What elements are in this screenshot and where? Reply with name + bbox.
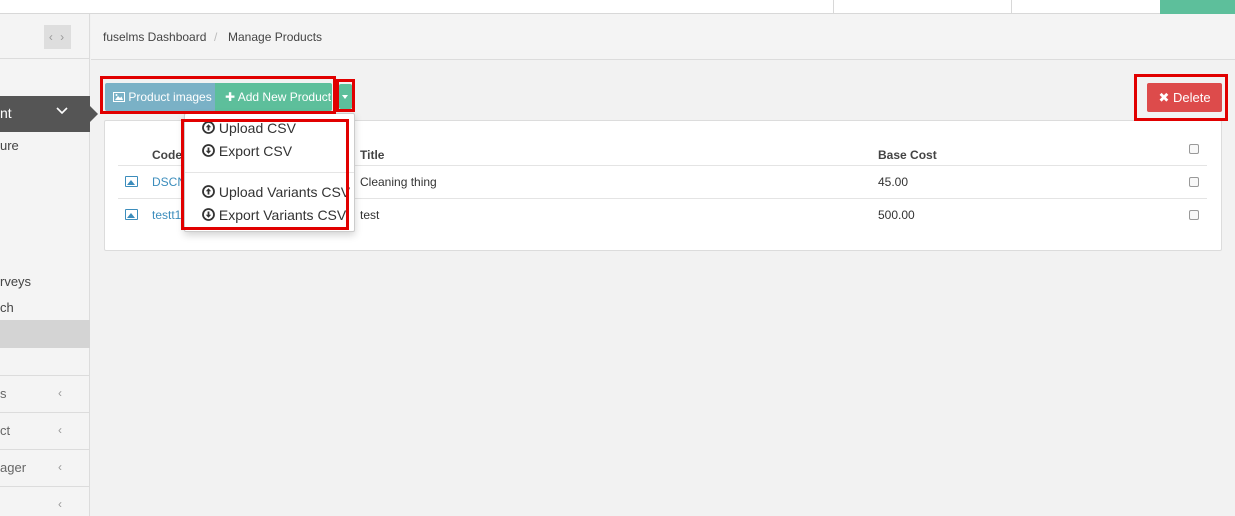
column-header-code[interactable]: Code xyxy=(152,148,182,162)
product-title: test xyxy=(360,208,380,222)
image-icon xyxy=(113,84,125,112)
chevron-left-icon: ‹ xyxy=(58,386,62,400)
navbar-accent-item[interactable] xyxy=(1160,0,1235,14)
breadcrumb-separator: / xyxy=(214,30,218,44)
top-navbar xyxy=(0,0,1235,14)
delete-button[interactable]: ✖ Delete xyxy=(1147,83,1222,112)
sidebar: ‹ › nt ure rveys ch s ‹ ct ‹ ager ‹ ‹ xyxy=(0,14,98,516)
sidebar-subitem[interactable]: ch xyxy=(0,300,14,315)
product-base-cost: 500.00 xyxy=(878,208,915,222)
sidebar-menu-row[interactable]: ct ‹ xyxy=(0,412,90,449)
product-base-cost: 45.00 xyxy=(878,175,909,189)
chevron-left-icon: ‹ xyxy=(58,460,62,474)
sidebar-subitem-selected[interactable] xyxy=(0,320,90,348)
close-icon: ✖ xyxy=(1158,90,1170,105)
menu-item-export-csv[interactable]: Export CSV xyxy=(202,143,292,159)
column-header-title[interactable]: Title xyxy=(360,148,384,162)
upload-circle-icon xyxy=(202,184,219,200)
chevron-down-icon xyxy=(56,105,68,118)
row-checkbox[interactable] xyxy=(1189,210,1199,220)
breadcrumb-home-link[interactable]: fuselms Dashboard xyxy=(103,30,206,44)
image-icon[interactable] xyxy=(125,176,138,187)
navbar-item[interactable] xyxy=(1011,0,1160,14)
chevrons-icon: ‹ › xyxy=(48,30,67,44)
sidebar-menu-label: ct xyxy=(0,423,11,438)
add-new-product-label: Add New Product xyxy=(237,90,332,104)
plus-icon: ✚ xyxy=(225,90,236,104)
image-icon[interactable] xyxy=(125,209,138,220)
menu-item-export-variants-csv[interactable]: Export Variants CSV xyxy=(202,207,346,223)
breadcrumb-current: Manage Products xyxy=(228,30,323,44)
more-actions-toggle[interactable] xyxy=(339,84,352,109)
sidebar-menu-row[interactable]: s ‹ xyxy=(0,375,90,412)
upload-circle-icon xyxy=(202,120,219,136)
sidebar-item-label: nt xyxy=(0,105,12,121)
sidebar-menu-row[interactable]: ager ‹ xyxy=(0,449,90,486)
active-pointer xyxy=(90,106,98,122)
sidebar-menu-label: s xyxy=(0,386,7,401)
chevron-left-icon: ‹ xyxy=(58,497,62,511)
menu-item-upload-csv[interactable]: Upload CSV xyxy=(202,120,296,136)
menu-item-label: Upload Variants CSV xyxy=(218,184,351,200)
select-all-checkbox[interactable] xyxy=(1189,144,1199,154)
breadcrumb: fuselms Dashboard / Manage Products xyxy=(91,14,1235,60)
menu-item-label: Upload CSV xyxy=(218,120,296,136)
caret-down-icon xyxy=(342,95,348,99)
sidebar-subitem[interactable]: ure xyxy=(0,138,19,153)
sidebar-toggle-button[interactable]: ‹ › xyxy=(44,25,71,49)
product-title: Cleaning thing xyxy=(360,175,437,189)
download-circle-icon xyxy=(202,143,219,159)
download-circle-icon xyxy=(202,207,219,223)
row-checkbox[interactable] xyxy=(1189,177,1199,187)
product-code-link[interactable]: DSCN xyxy=(152,175,186,189)
menu-item-label: Export CSV xyxy=(218,143,293,159)
delete-label: Delete xyxy=(1172,90,1211,105)
add-new-product-button[interactable]: ✚ Add New Product xyxy=(215,83,332,111)
product-images-button[interactable]: Product images xyxy=(105,83,215,111)
product-code-link[interactable]: testt1 xyxy=(152,208,181,222)
navbar-item[interactable] xyxy=(833,0,1011,14)
menu-item-label: Export Variants CSV xyxy=(218,207,347,223)
column-header-base-cost[interactable]: Base Cost xyxy=(878,148,937,162)
sidebar-menu-label: ager xyxy=(0,460,27,475)
sidebar-divider xyxy=(0,58,90,59)
sidebar-subitem[interactable]: rveys xyxy=(0,274,31,289)
product-images-label: Product images xyxy=(128,90,212,104)
sidebar-menu-row[interactable]: ‹ xyxy=(0,486,90,516)
menu-divider xyxy=(185,172,354,173)
menu-item-upload-variants-csv[interactable]: Upload Variants CSV xyxy=(202,184,350,200)
sidebar-item-active[interactable]: nt xyxy=(0,96,98,132)
chevron-left-icon: ‹ xyxy=(58,423,62,437)
